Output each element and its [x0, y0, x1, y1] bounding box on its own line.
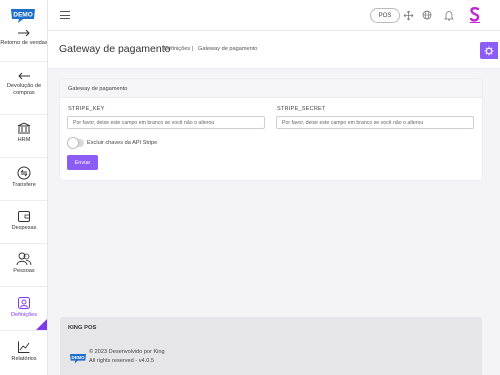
sidebar-item-sales-return[interactable]: Retorno de vendas: [0, 28, 48, 47]
chart-icon: [18, 341, 30, 353]
page-title: Gateway de pagamento: [59, 43, 171, 55]
footer-logo: DEMO: [70, 354, 86, 364]
divider: [0, 157, 47, 158]
sidebar-item-label: Devolução de compras: [6, 83, 42, 96]
divider: [0, 61, 47, 62]
stripe-key-label: STRIPE_KEY: [68, 106, 105, 112]
active-indicator: [36, 319, 47, 330]
wallet-icon: [18, 211, 30, 222]
sidebar-item-people[interactable]: Pessoas: [0, 252, 47, 275]
divider: [0, 114, 47, 115]
divider: [0, 286, 47, 287]
footer-copyright: © 2023 Desenvolvido por King: [89, 349, 165, 355]
stripe-secret-label: STRIPE_SECRET: [277, 106, 326, 112]
fullscreen-icon[interactable]: [403, 10, 414, 21]
footer-rights: All rights reserved - v4.0.5: [89, 358, 154, 364]
sidebar-item-label: HRM: [17, 137, 31, 143]
sidebar-item-label: Transfere: [12, 182, 36, 188]
payment-gateway-card: Gateway de pagamento STRIPE_KEY Por favo…: [60, 79, 482, 180]
divider: [0, 200, 47, 201]
sidebar-item-transfer[interactable]: Transfere: [0, 166, 47, 189]
sidebar: DEMO Retorno de vendas Devolução de comp…: [0, 0, 48, 375]
sidebar-item-expenses[interactable]: Despesas: [0, 209, 47, 232]
bank-icon: [17, 122, 31, 134]
breadcrumb-separator: |: [192, 46, 194, 52]
people-icon: [16, 252, 32, 266]
breadcrumb-settings[interactable]: Definições: [164, 46, 190, 52]
stripe-key-input[interactable]: Por favor, deixe este campo em branco se…: [67, 116, 265, 129]
gear-icon: [484, 46, 494, 55]
divider: [0, 243, 47, 244]
sidebar-item-label: Pessoas: [13, 268, 35, 274]
globe-icon[interactable]: [422, 10, 432, 20]
page-header: Gateway de pagamento Definições | Gatewa…: [48, 31, 500, 69]
bell-icon[interactable]: [444, 10, 454, 21]
submit-button[interactable]: Enviar: [67, 155, 98, 170]
sidebar-item-hrm[interactable]: HRM: [0, 122, 47, 144]
footer: KING POS DEMO © 2023 Desenvolvido por Ki…: [60, 317, 482, 375]
sidebar-item-label: Retorno de vendas: [0, 40, 48, 46]
transfer-icon: [17, 166, 31, 180]
settings-icon: [18, 297, 30, 309]
demo-logo[interactable]: DEMO: [10, 6, 36, 24]
settings-panel-button[interactable]: [480, 42, 498, 59]
delete-keys-label: Excluir chaves da API Stripe: [87, 140, 158, 146]
sidebar-item-purchase-return[interactable]: Devolução de compras: [0, 71, 47, 97]
breadcrumb-current: Gateway de pagamento: [198, 46, 258, 52]
sidebar-item-label: Relatórios: [11, 356, 37, 362]
footer-title: KING POS: [68, 325, 97, 331]
stripe-secret-input[interactable]: Por favor, deixe este campo em branco se…: [276, 116, 474, 129]
card-heading: Gateway de pagamento: [60, 79, 482, 98]
arrow-left-icon: [18, 72, 30, 80]
delete-keys-toggle[interactable]: [68, 138, 84, 148]
divider: [0, 330, 47, 331]
sidebar-item-settings[interactable]: Definições: [0, 296, 47, 319]
brand-logo[interactable]: [468, 6, 482, 24]
svg-text:DEMO: DEMO: [72, 355, 86, 360]
pos-button[interactable]: POS: [370, 8, 400, 23]
sidebar-item-label: Despesas: [11, 225, 37, 231]
arrow-right-icon: [18, 29, 30, 37]
svg-text:DEMO: DEMO: [13, 12, 33, 19]
top-bar: POS: [48, 0, 500, 31]
sidebar-item-label: Definições: [10, 312, 38, 318]
menu-icon[interactable]: [60, 11, 70, 20]
sidebar-item-reports[interactable]: Relatórios: [0, 340, 47, 363]
